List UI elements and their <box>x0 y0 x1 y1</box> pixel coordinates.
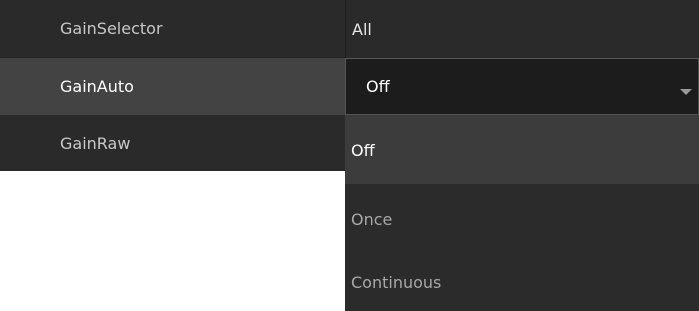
gain-auto-selected-value: Off <box>366 77 390 96</box>
chevron-down-icon[interactable] <box>680 88 692 95</box>
property-value[interactable]: All <box>345 0 699 58</box>
property-name: GainSelector <box>0 0 345 58</box>
dropdown-option-off[interactable]: Off <box>345 116 699 184</box>
property-name: GainAuto <box>0 58 345 115</box>
property-row-gain-selector[interactable]: GainSelector All <box>0 0 699 58</box>
gain-auto-dropdown-list: Off Once Continuous <box>345 115 699 311</box>
property-row-gain-auto[interactable]: GainAuto Off <box>0 58 699 115</box>
dropdown-option-continuous[interactable]: Continuous <box>345 255 699 311</box>
gain-auto-select[interactable]: Off <box>345 58 699 115</box>
property-name: GainRaw <box>0 115 345 171</box>
dropdown-option-once[interactable]: Once <box>345 184 699 255</box>
property-grid-window: GainSelector All GainAuto Off GainRaw Of… <box>0 0 699 311</box>
